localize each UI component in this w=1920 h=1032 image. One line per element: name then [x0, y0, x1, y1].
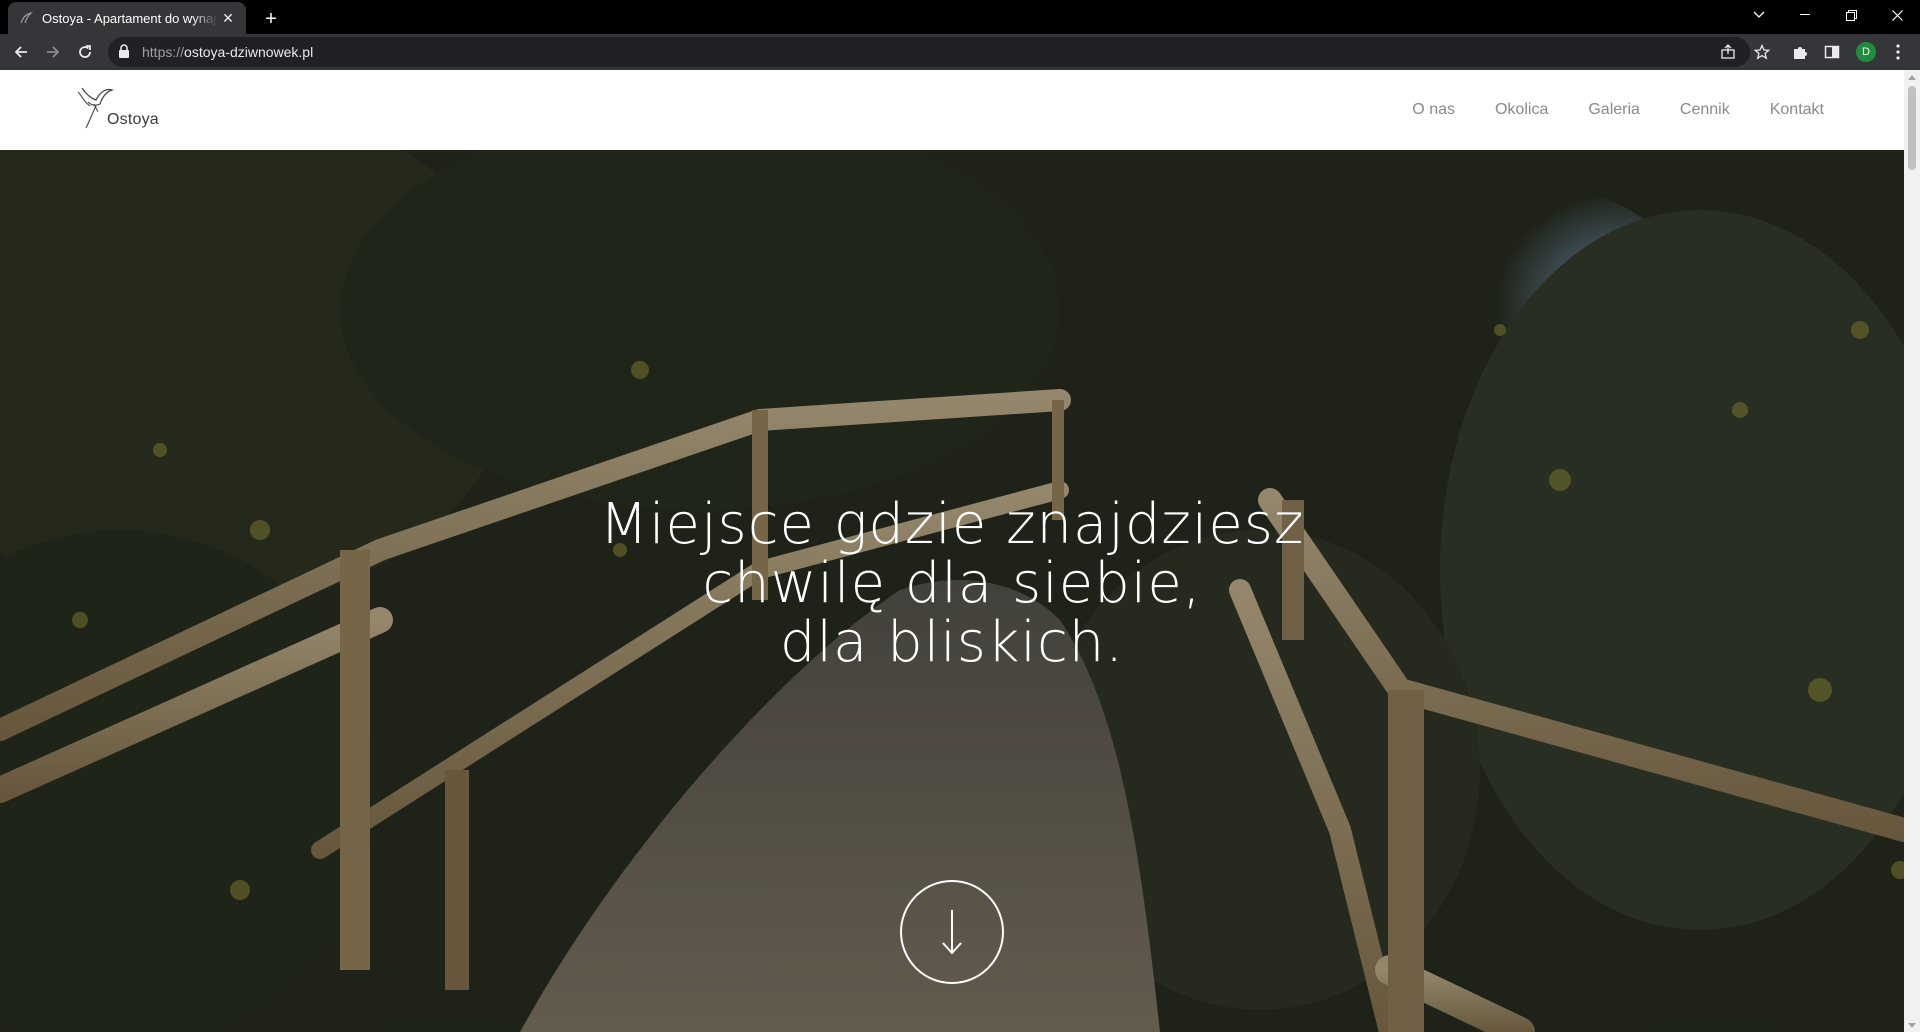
hero-section: Miejsce gdzie znajdziesz chwilę dla sieb…	[0, 150, 1904, 1032]
back-arrow-icon[interactable]	[6, 37, 36, 67]
logo-text: Ostoya	[107, 111, 159, 128]
hero-title-line: dla bliskich.	[779, 610, 1125, 675]
site-logo[interactable]: Ostoya	[76, 84, 166, 134]
tab-search-icon[interactable]	[1736, 0, 1782, 30]
kebab-menu-icon[interactable]	[1888, 42, 1908, 62]
scroll-down-button[interactable]	[900, 880, 1004, 984]
browser-tab[interactable]: Ostoya - Apartament do wynajęcia ✕	[8, 2, 246, 34]
puzzle-icon[interactable]	[1790, 42, 1810, 62]
side-panel-icon[interactable]	[1822, 42, 1842, 62]
main-nav: O nas Okolica Galeria Cennik Kontakt	[1412, 70, 1824, 150]
browser-toolbar: https://ostoya-dziwnowek.pl D	[0, 34, 1920, 70]
profile-avatar[interactable]: D	[1856, 42, 1876, 62]
tab-close-icon[interactable]: ✕	[218, 8, 238, 28]
lock-icon[interactable]	[118, 44, 130, 64]
nav-item-okolica[interactable]: Okolica	[1495, 101, 1548, 119]
restore-icon[interactable]	[1828, 0, 1874, 30]
hero-title-line: chwilę dla siebie,	[702, 551, 1202, 616]
tab-title: Ostoya - Apartament do wynajęcia	[42, 10, 218, 26]
url-host: ostoya-dziwnowek.pl	[184, 44, 314, 60]
scroll-down-arrow-icon[interactable]	[1904, 1018, 1920, 1032]
arrow-down-icon	[942, 910, 962, 955]
nav-item-o-nas[interactable]: O nas	[1412, 101, 1455, 119]
site-header: Ostoya O nas Okolica Galeria Cennik Kont…	[0, 70, 1904, 150]
share-icon[interactable]	[1718, 42, 1738, 62]
site-favicon-icon	[18, 10, 34, 26]
browser-tabstrip: Ostoya - Apartament do wynajęcia ✕ +	[0, 0, 1920, 34]
address-bar[interactable]: https://ostoya-dziwnowek.pl	[108, 37, 1750, 67]
close-window-icon[interactable]	[1874, 0, 1920, 30]
scrollbar-thumb[interactable]	[1908, 86, 1916, 170]
url-text: https://ostoya-dziwnowek.pl	[142, 44, 313, 60]
nav-item-cennik[interactable]: Cennik	[1680, 101, 1730, 119]
forward-arrow-icon[interactable]	[38, 37, 68, 67]
scroll-up-arrow-icon[interactable]	[1904, 70, 1920, 84]
nav-item-galeria[interactable]: Galeria	[1588, 101, 1640, 119]
minimize-icon[interactable]	[1782, 0, 1828, 30]
new-tab-button[interactable]: +	[258, 6, 284, 32]
bookmark-star-icon[interactable]	[1752, 42, 1772, 62]
page-scrollbar[interactable]	[1904, 70, 1920, 1032]
url-scheme: https://	[142, 44, 185, 60]
nav-item-kontakt[interactable]: Kontakt	[1770, 101, 1824, 119]
page-viewport: Ostoya O nas Okolica Galeria Cennik Kont…	[0, 70, 1920, 1032]
hero-title-line: Miejsce gdzie znajdziesz	[599, 492, 1305, 557]
reload-icon[interactable]	[70, 37, 100, 67]
hero-title: Miejsce gdzie znajdziesz chwilę dla sieb…	[0, 495, 1904, 672]
